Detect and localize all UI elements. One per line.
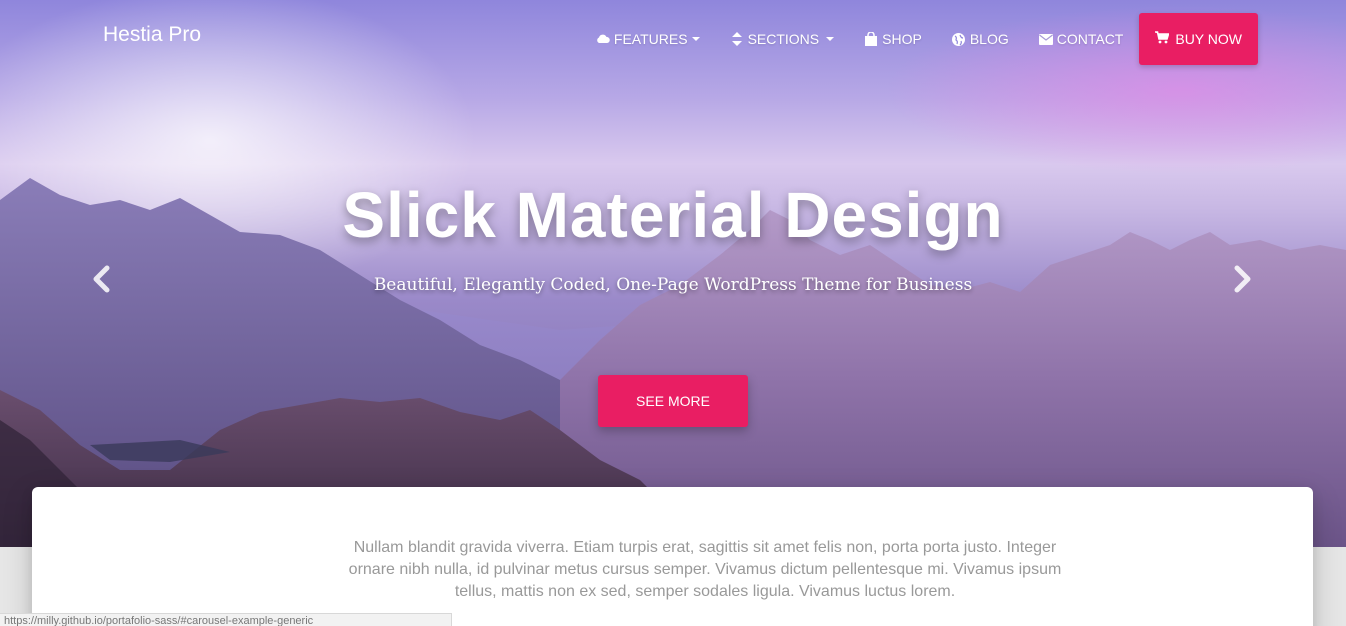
caret-down-icon [691, 37, 700, 41]
status-bar-url: https://milly.github.io/portafolio-sass/… [0, 613, 452, 626]
cloud-icon [596, 32, 610, 46]
see-more-button[interactable]: SEE MORE [598, 375, 748, 427]
nav-item-label: SECTIONS [747, 31, 820, 47]
globe-icon [952, 32, 966, 46]
nav-item-shop[interactable]: SHOP [849, 13, 937, 65]
shopping-bag-icon [864, 32, 878, 46]
mountains-background-image [0, 178, 1346, 547]
buy-now-button[interactable]: BUY NOW [1139, 13, 1258, 65]
hero-subtitle: Beautiful, Elegantly Coded, One-Page Wor… [373, 275, 973, 295]
nav-item-label: FEATURES [613, 31, 688, 47]
intro-paragraph: Nullam blandit gravida viverra. Etiam tu… [348, 539, 1062, 600]
nav-item-blog[interactable]: BLOG [937, 13, 1024, 65]
sort-icon [730, 32, 744, 46]
envelope-icon [1038, 32, 1053, 46]
nav-item-label: CONTACT [1056, 31, 1124, 47]
caret-down-icon [826, 37, 835, 41]
nav-item-label: BLOG [969, 31, 1009, 47]
nav-item-contact[interactable]: CONTACT [1024, 13, 1139, 65]
main-navigation: FEATURES SECTIONS SHOP BLOG CONTACT BUY … [581, 13, 1258, 65]
nav-item-features[interactable]: FEATURES [581, 13, 715, 65]
buy-now-label: BUY NOW [1175, 31, 1242, 47]
nav-item-sections[interactable]: SECTIONS [715, 13, 850, 65]
hero-title: Slick Material Design [342, 179, 1004, 251]
hero-section: Hestia Pro FEATURES SECTIONS SHOP BLOG C… [0, 0, 1346, 547]
nav-item-label: SHOP [882, 31, 922, 47]
cart-icon [1155, 31, 1170, 47]
brand-logo[interactable]: Hestia Pro [103, 23, 201, 47]
content-card: Nullam blandit gravida viverra. Etiam tu… [32, 487, 1313, 626]
